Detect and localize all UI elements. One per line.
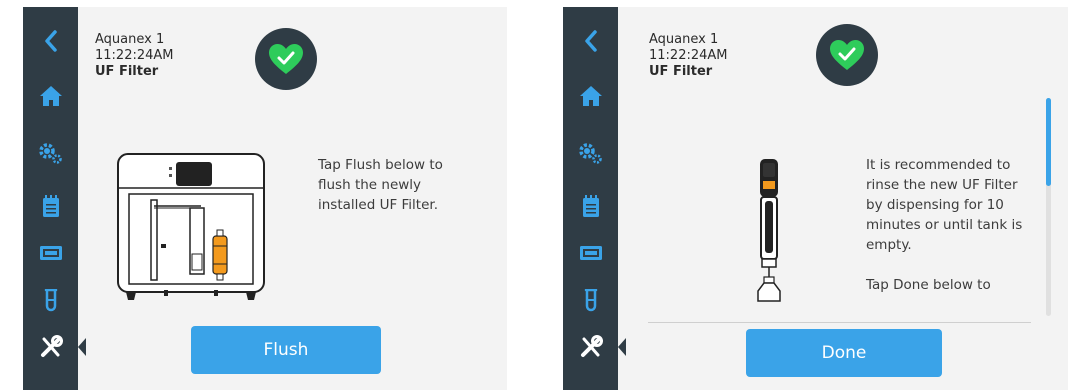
- sidebar: [563, 7, 618, 390]
- sidebar: [23, 7, 78, 390]
- instruction-text: Tap Flush below to flush the newly insta…: [318, 157, 443, 213]
- page-title: UF Filter: [649, 64, 713, 79]
- tools-icon[interactable]: [563, 329, 618, 365]
- uf-filter-rinse-screen: Aquanex 1 11:22:24AM UF Filter It is rec…: [563, 7, 1068, 390]
- active-nav-indicator: [78, 338, 86, 356]
- settings-icon[interactable]: [23, 135, 78, 171]
- heart-check-icon: [269, 44, 303, 74]
- status-indicator: [255, 28, 317, 90]
- back-icon[interactable]: [563, 23, 618, 59]
- active-nav-indicator: [618, 338, 626, 356]
- cartridge-icon[interactable]: [23, 235, 78, 271]
- device-info: Aquanex 1 11:22:24AM UF Filter: [95, 32, 174, 80]
- device-name: Aquanex 1: [95, 32, 165, 47]
- sample-tube-icon[interactable]: [563, 283, 618, 319]
- status-indicator: [816, 24, 878, 86]
- scroll-thumb[interactable]: [1046, 98, 1051, 186]
- scrollbar[interactable]: [1046, 98, 1051, 316]
- device-info: Aquanex 1 11:22:24AM UF Filter: [649, 32, 728, 80]
- log-icon[interactable]: [563, 188, 618, 224]
- handheld-dispenser-illustration: [757, 159, 781, 302]
- done-button[interactable]: Done: [746, 329, 942, 377]
- heart-check-icon: [830, 40, 864, 70]
- back-icon[interactable]: [23, 23, 78, 59]
- clock: 11:22:24AM: [95, 48, 174, 63]
- page-title: UF Filter: [95, 64, 159, 79]
- home-icon[interactable]: [23, 78, 78, 114]
- device-name: Aquanex 1: [649, 32, 719, 47]
- instruction-text: It is recommended to rinse the new UF Fi…: [866, 157, 1023, 293]
- sample-tube-icon[interactable]: [23, 283, 78, 319]
- content-divider: [648, 322, 1031, 323]
- flush-button[interactable]: Flush: [191, 326, 381, 374]
- dispenser-illustration: [117, 153, 265, 300]
- uf-filter-flush-screen: Aquanex 1 11:22:24AM UF Filter Tap Flush…: [23, 7, 507, 390]
- log-icon[interactable]: [23, 188, 78, 224]
- cartridge-icon[interactable]: [563, 235, 618, 271]
- tools-icon[interactable]: [23, 329, 78, 365]
- clock: 11:22:24AM: [649, 48, 728, 63]
- settings-icon[interactable]: [563, 135, 618, 171]
- home-icon[interactable]: [563, 78, 618, 114]
